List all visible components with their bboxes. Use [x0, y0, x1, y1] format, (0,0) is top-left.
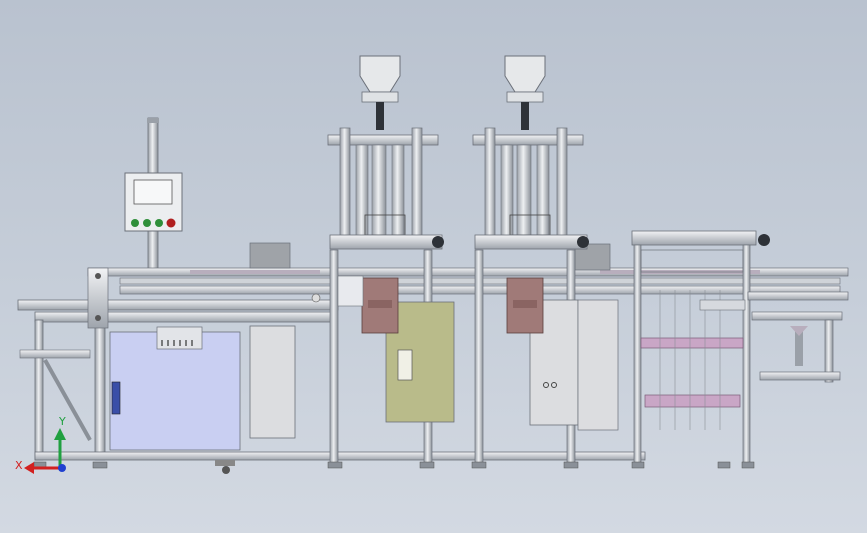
leveling-feet — [33, 461, 755, 469]
lift-plate — [640, 337, 744, 349]
hopper — [504, 55, 546, 93]
start-button-icon — [131, 219, 139, 227]
emergency-stop-icon — [166, 218, 176, 228]
z-axis-dot — [58, 464, 66, 472]
run-button-icon — [143, 219, 151, 227]
valve-icon — [111, 381, 121, 415]
machine-drawing: Y X — [15, 55, 849, 474]
caster-icon — [222, 466, 230, 474]
station-3 — [631, 230, 849, 466]
lift-plate — [644, 394, 741, 408]
grey-cabinet-left — [249, 325, 296, 439]
motor-box — [249, 242, 291, 269]
reset-button-icon — [155, 219, 163, 227]
blue-cabinet — [109, 331, 241, 451]
hopper — [359, 55, 401, 93]
hmi-screen — [133, 179, 173, 205]
station-1 — [327, 55, 455, 466]
cad-viewport[interactable]: Y X — [0, 0, 867, 533]
x-axis-label: X — [15, 459, 23, 472]
y-axis-label: Y — [58, 415, 66, 428]
hmi-tower — [124, 117, 183, 271]
knob-icon — [432, 236, 444, 248]
knob-icon — [758, 234, 770, 246]
knob-icon — [577, 236, 589, 248]
